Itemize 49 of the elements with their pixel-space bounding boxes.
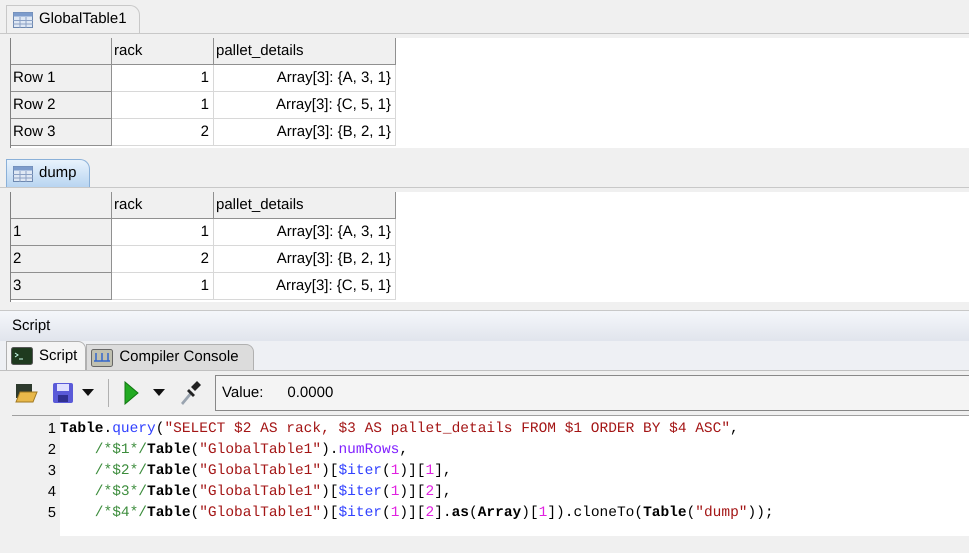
line-number: 5 (48, 504, 57, 523)
panel-tab[interactable]: Script (6, 341, 86, 370)
code-line: /*$1*/Table("GlobalTable1").numRows, (94, 441, 408, 460)
table-cell: 1 (112, 219, 214, 246)
table-cell: Array[3]: {B, 2, 1} (214, 246, 396, 273)
column-header: pallet_details (214, 192, 396, 219)
row-header: 1 (11, 219, 112, 246)
table-cell: Array[3]: {C, 5, 1} (214, 92, 396, 119)
code-line: Table.query("SELECT $2 AS rack, $3 AS pallet_details FROM $1 ORDER BY $4 ASC", (60, 420, 739, 439)
panel-tab[interactable]: Compiler Console (86, 344, 254, 370)
eyedropper-icon[interactable] (179, 381, 201, 405)
table-cell: 1 (112, 273, 214, 300)
table-cell: Array[3]: {A, 3, 1} (214, 65, 396, 92)
table-icon (13, 12, 33, 28)
table-cell: 1 (112, 92, 214, 119)
line-number: 3 (48, 462, 57, 481)
column-header: rack (112, 192, 214, 219)
table-cell: 1 (112, 65, 214, 92)
table-cell: 2 (112, 119, 214, 146)
table-cell: Array[3]: {A, 3, 1} (214, 219, 396, 246)
table-tab[interactable]: dump (6, 159, 90, 187)
value-label: Value: (222, 382, 264, 403)
value-text: 0.0000 (287, 382, 334, 403)
table-cell: 2 (112, 246, 214, 273)
row-header: Row 3 (11, 119, 112, 146)
table-icon (13, 166, 33, 182)
line-number: 4 (48, 483, 57, 502)
row-header: Row 1 (11, 65, 112, 92)
caret-icon[interactable] (82, 389, 94, 397)
row-header: 2 (11, 246, 112, 273)
column-header: pallet_details (214, 38, 396, 65)
caret-icon[interactable] (153, 389, 165, 397)
row-header: Row 2 (11, 92, 112, 119)
table-cell: Array[3]: {B, 2, 1} (214, 119, 396, 146)
play-icon[interactable] (123, 381, 139, 405)
open-folder-icon[interactable] (14, 382, 38, 404)
panel-title: Script (0, 311, 969, 341)
table-cell: Array[3]: {C, 5, 1} (214, 273, 396, 300)
column-header: rack (112, 38, 214, 65)
console-icon (91, 348, 114, 366)
save-icon[interactable] (52, 382, 74, 404)
code-line: /*$2*/Table("GlobalTable1")[$iter(1)][1], (94, 462, 452, 481)
line-number: 1 (48, 420, 57, 439)
code-line: /*$4*/Table("GlobalTable1")[$iter(1)][2].as(Array)[1]).cloneTo(Table("dump")); (94, 504, 774, 523)
terminal-icon (11, 347, 33, 365)
table-tab[interactable]: GlobalTable1 (6, 5, 140, 33)
row-header: 3 (11, 273, 112, 300)
code-line: /*$3*/Table("GlobalTable1")[$iter(1)][2], (94, 483, 452, 502)
line-number: 2 (48, 441, 57, 460)
